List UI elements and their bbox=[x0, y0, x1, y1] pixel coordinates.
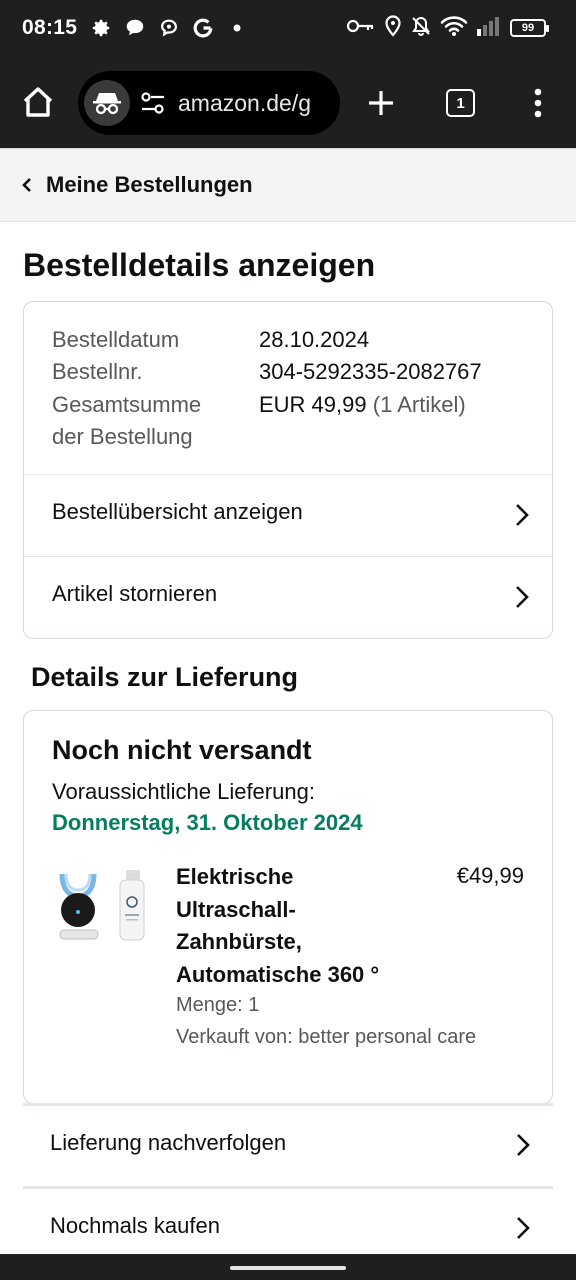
breadcrumb-link[interactable]: Meine Bestellungen bbox=[46, 172, 253, 198]
delivery-section-title: Details zur Lieferung bbox=[31, 662, 299, 692]
signal-icon bbox=[476, 15, 502, 42]
status-bar: 08:15 99 bbox=[0, 0, 576, 58]
url-text[interactable]: amazon.de/g bbox=[178, 90, 311, 117]
order-item-count: (1 Artikel) bbox=[372, 392, 466, 417]
order-total-value: EUR 49,99 (1 Artikel) bbox=[259, 389, 466, 421]
shipment-status: Noch nicht versandt bbox=[52, 735, 312, 765]
battery-indicator: 99 bbox=[510, 19, 549, 37]
page-title: Bestelldetails anzeigen bbox=[23, 247, 376, 283]
new-tab-icon[interactable] bbox=[362, 84, 400, 122]
eta-date: Donnerstag, 31. Oktober 2024 bbox=[52, 810, 363, 835]
delivery-card: Noch nicht versandt Voraussichtliche Lie… bbox=[23, 710, 553, 1104]
product-title-line: Automatische 360 ° bbox=[176, 961, 380, 987]
order-date-label: Bestelldatum bbox=[52, 327, 180, 352]
eta-label: Voraussichtliche Lieferung: bbox=[52, 779, 315, 804]
status-notification-icons bbox=[88, 14, 250, 42]
dot-icon bbox=[224, 15, 250, 41]
home-icon[interactable] bbox=[18, 82, 58, 122]
chat-bubble-icon bbox=[122, 15, 148, 41]
site-settings-icon[interactable] bbox=[140, 91, 166, 115]
order-total-label: Gesamtsumme bbox=[52, 392, 202, 417]
status-system-icons: 99 bbox=[346, 14, 549, 42]
view-order-summary-label: Bestellübersicht anzeigen bbox=[52, 499, 303, 524]
cancel-items-label: Artikel stornieren bbox=[52, 581, 218, 606]
home-gesture-handle[interactable] bbox=[230, 1266, 346, 1270]
system-navigation-bar bbox=[0, 1254, 576, 1280]
cancel-items-link[interactable]: Artikel stornieren bbox=[24, 557, 552, 637]
address-bar[interactable]: amazon.de/g bbox=[78, 71, 340, 135]
order-total-amount: EUR 49,99 bbox=[259, 392, 367, 417]
chevron-left-icon bbox=[20, 175, 34, 195]
bell-off-icon bbox=[410, 15, 432, 42]
chevron-right-icon bbox=[514, 502, 530, 528]
buy-again-label: Nochmals kaufen bbox=[50, 1213, 220, 1238]
browser-toolbar: amazon.de/g 1 bbox=[0, 58, 576, 148]
google-icon bbox=[190, 15, 216, 41]
track-delivery-label: Lieferung nachverfolgen bbox=[50, 1130, 287, 1155]
product-price: €49,99 bbox=[456, 863, 524, 888]
product-title-line: Zahnbürste, bbox=[176, 929, 302, 954]
order-date-value: 28.10.2024 bbox=[259, 327, 370, 352]
order-summary-card: Bestelldatum 28.10.2024 Bestellnr. 304-5… bbox=[23, 301, 553, 639]
product-title-line: Elektrische bbox=[176, 864, 294, 889]
chevron-right-icon bbox=[514, 584, 530, 610]
product-title[interactable]: Elektrische Ultraschall- Zahnbürste, Aut… bbox=[176, 861, 426, 991]
product-quantity: Menge: 1 bbox=[176, 994, 260, 1016]
order-number-label: Bestellnr. bbox=[52, 359, 143, 384]
chevron-right-icon bbox=[515, 1215, 531, 1241]
tab-switcher-button[interactable]: 1 bbox=[446, 89, 475, 117]
product-image[interactable] bbox=[54, 866, 154, 956]
breadcrumb[interactable]: Meine Bestellungen bbox=[0, 148, 576, 222]
order-number-value: 304-5292335-2082767 bbox=[259, 359, 482, 384]
key-icon bbox=[346, 16, 376, 41]
product-title-line: Ultraschall- bbox=[176, 896, 296, 922]
chevron-right-icon bbox=[515, 1132, 531, 1158]
assistant-bubble-icon bbox=[156, 15, 182, 41]
more-menu-icon[interactable] bbox=[524, 84, 552, 122]
gear-icon bbox=[88, 15, 114, 41]
track-delivery-link[interactable]: Lieferung nachverfolgen bbox=[23, 1103, 553, 1185]
status-time: 08:15 bbox=[22, 16, 78, 39]
order-total-label-line2: der Bestellung bbox=[52, 424, 193, 449]
view-order-summary-link[interactable]: Bestellübersicht anzeigen bbox=[24, 475, 552, 555]
incognito-icon[interactable] bbox=[84, 80, 130, 126]
location-icon bbox=[384, 14, 402, 42]
wifi-icon bbox=[440, 15, 468, 42]
product-seller: Verkauft von: better personal care bbox=[176, 1026, 477, 1048]
